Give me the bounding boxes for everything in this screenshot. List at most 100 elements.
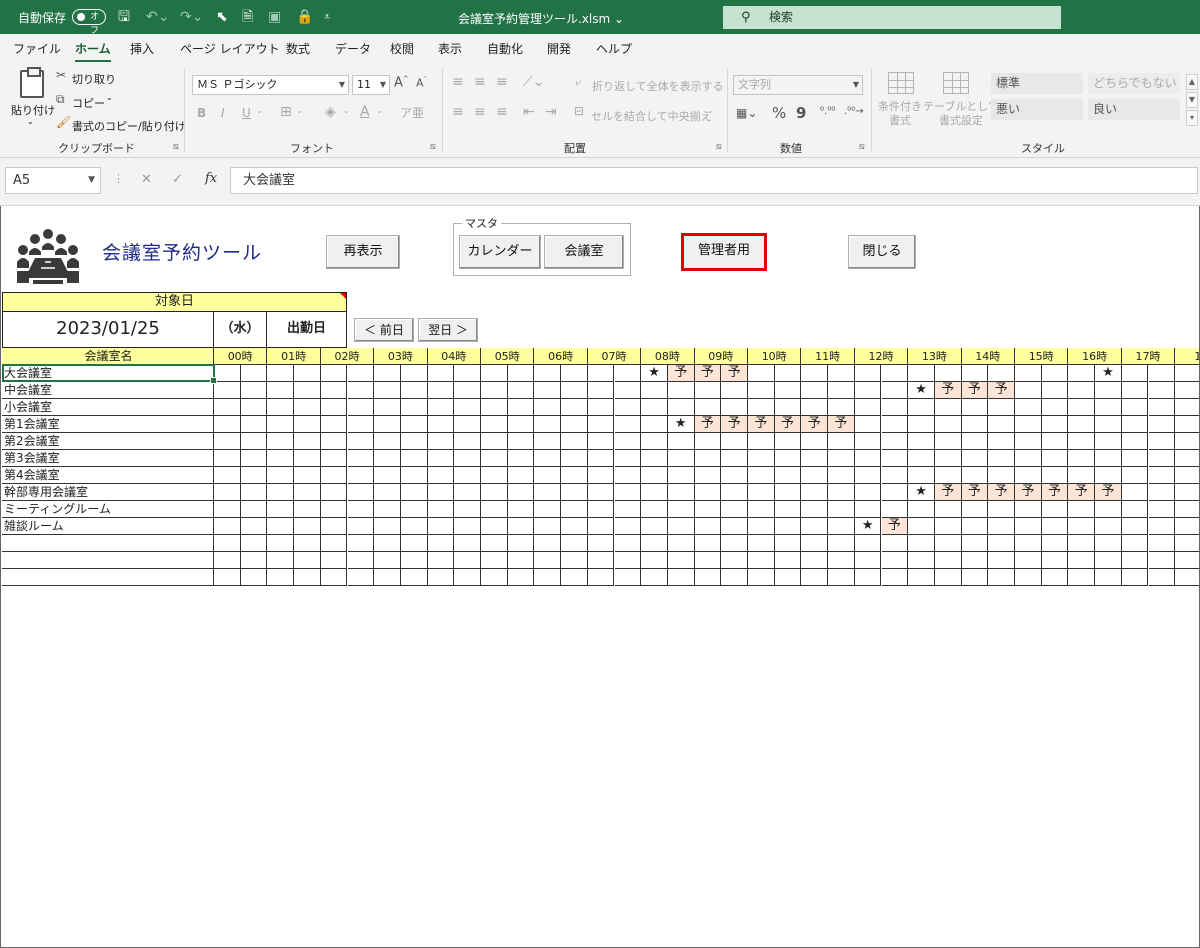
slot-cell[interactable] (801, 450, 829, 467)
slot-cell[interactable] (801, 467, 829, 484)
slot-cell[interactable] (614, 518, 642, 535)
slot-cell[interactable] (1095, 467, 1122, 484)
slot-cell[interactable] (1095, 399, 1122, 416)
slot-cell[interactable] (1148, 365, 1176, 382)
slot-cell[interactable] (507, 518, 535, 535)
slot-cell[interactable] (961, 501, 989, 518)
slot-cell[interactable] (1148, 416, 1176, 433)
slot-cell[interactable] (1041, 433, 1069, 450)
align-right-icon[interactable]: ≡ (496, 104, 508, 120)
slot-cell[interactable] (454, 501, 481, 518)
slot-cell[interactable] (347, 535, 375, 552)
slot-cell[interactable] (320, 365, 348, 382)
slot-cell[interactable] (214, 433, 241, 450)
slot-cell[interactable] (801, 518, 829, 535)
chevron-down-icon[interactable]: ⌄ (256, 106, 263, 115)
slot-cell[interactable] (881, 552, 909, 569)
prev-day-button[interactable]: ＜ 前日 (354, 318, 414, 342)
slot-cell[interactable] (934, 467, 962, 484)
number-format-select[interactable]: 文字列 ▼ (733, 75, 863, 95)
slot-cell[interactable] (1015, 365, 1042, 382)
slot-cell[interactable] (267, 433, 295, 450)
slot-cell[interactable] (320, 399, 348, 416)
slot-cell[interactable] (988, 552, 1015, 569)
slot-cell[interactable] (748, 365, 775, 382)
slot-cell[interactable] (1121, 552, 1149, 569)
hour-header[interactable]: 05時 (481, 348, 535, 365)
slot-cell[interactable] (481, 467, 508, 484)
slot-cell[interactable] (1175, 382, 1199, 399)
slot-cell[interactable] (988, 467, 1015, 484)
slot-cell[interactable] (374, 569, 401, 586)
slot-cell[interactable] (320, 501, 348, 518)
tab-home[interactable]: ホーム (75, 40, 111, 62)
merge-icon[interactable]: ⊟ (574, 104, 584, 118)
slot-cell[interactable] (748, 450, 775, 467)
slot-cell[interactable] (427, 365, 455, 382)
slot-cell[interactable] (214, 416, 241, 433)
tab-formulas[interactable]: 数式 (286, 40, 310, 57)
slot-cell[interactable] (507, 450, 535, 467)
slot-cell[interactable] (934, 433, 962, 450)
slot-cell[interactable] (374, 467, 401, 484)
style-more-icon[interactable]: ▾ (1186, 110, 1198, 126)
slot-cell[interactable] (641, 450, 668, 467)
hour-header[interactable]: 11時 (801, 348, 855, 365)
slot-cell[interactable] (294, 433, 321, 450)
slot-cell[interactable] (694, 399, 722, 416)
cut-button[interactable]: 切り取り (72, 71, 116, 87)
slot-cell[interactable] (1095, 552, 1122, 569)
slot-cell[interactable] (507, 467, 535, 484)
accounting-format-icon[interactable]: ▦⌄ (736, 106, 757, 120)
slot-cell[interactable] (774, 450, 802, 467)
slot-cell[interactable] (1095, 518, 1122, 535)
formula-input[interactable]: 大会議室 (230, 167, 1198, 194)
slot-cell[interactable] (427, 382, 455, 399)
slot-cell[interactable] (454, 450, 481, 467)
reservation-cell[interactable]: ★ (667, 416, 695, 433)
slot-cell[interactable] (774, 433, 802, 450)
room-name-cell[interactable]: 第2会議室 (2, 433, 214, 450)
slot-cell[interactable] (908, 467, 935, 484)
percent-icon[interactable]: % (772, 104, 786, 122)
chevron-down-icon[interactable]: ⌄ (707, 106, 714, 115)
slot-cell[interactable] (214, 552, 241, 569)
slot-cell[interactable] (294, 416, 321, 433)
slot-cell[interactable] (427, 569, 455, 586)
hour-header[interactable]: 12時 (854, 348, 909, 365)
slot-cell[interactable] (1041, 382, 1069, 399)
number-launcher-icon[interactable]: ⧅ (859, 142, 865, 152)
slot-cell[interactable] (748, 399, 775, 416)
slot-cell[interactable] (1121, 365, 1149, 382)
slot-cell[interactable] (881, 467, 909, 484)
slot-cell[interactable] (641, 484, 668, 501)
hour-header[interactable]: 02時 (320, 348, 375, 365)
slot-cell[interactable] (1121, 399, 1149, 416)
slot-cell[interactable] (1121, 569, 1149, 586)
style-normal[interactable]: 標準 (991, 73, 1083, 94)
slot-cell[interactable] (400, 535, 428, 552)
slot-cell[interactable] (347, 484, 375, 501)
slot-cell[interactable] (294, 501, 321, 518)
slot-cell[interactable] (908, 501, 935, 518)
slot-cell[interactable] (828, 552, 855, 569)
slot-cell[interactable] (481, 535, 508, 552)
slot-cell[interactable] (694, 433, 722, 450)
slot-cell[interactable] (294, 450, 321, 467)
autosave-toggle[interactable]: オフ (72, 9, 106, 36)
slot-cell[interactable] (908, 450, 935, 467)
reservation-cell[interactable]: 予 (721, 365, 748, 382)
slot-cell[interactable] (934, 501, 962, 518)
slot-cell[interactable] (988, 416, 1015, 433)
slot-cell[interactable] (347, 501, 375, 518)
clipboard-launcher-icon[interactable]: ⧅ (173, 142, 179, 152)
slot-cell[interactable] (267, 365, 295, 382)
slot-cell[interactable] (1095, 569, 1122, 586)
slot-cell[interactable] (828, 484, 855, 501)
reservation-cell[interactable]: 予 (1068, 484, 1096, 501)
slot-cell[interactable] (934, 450, 962, 467)
slot-cell[interactable] (721, 467, 748, 484)
slot-cell[interactable] (1041, 399, 1069, 416)
slot-cell[interactable] (294, 552, 321, 569)
customize-qat-icon[interactable]: ⩡ (324, 8, 330, 26)
